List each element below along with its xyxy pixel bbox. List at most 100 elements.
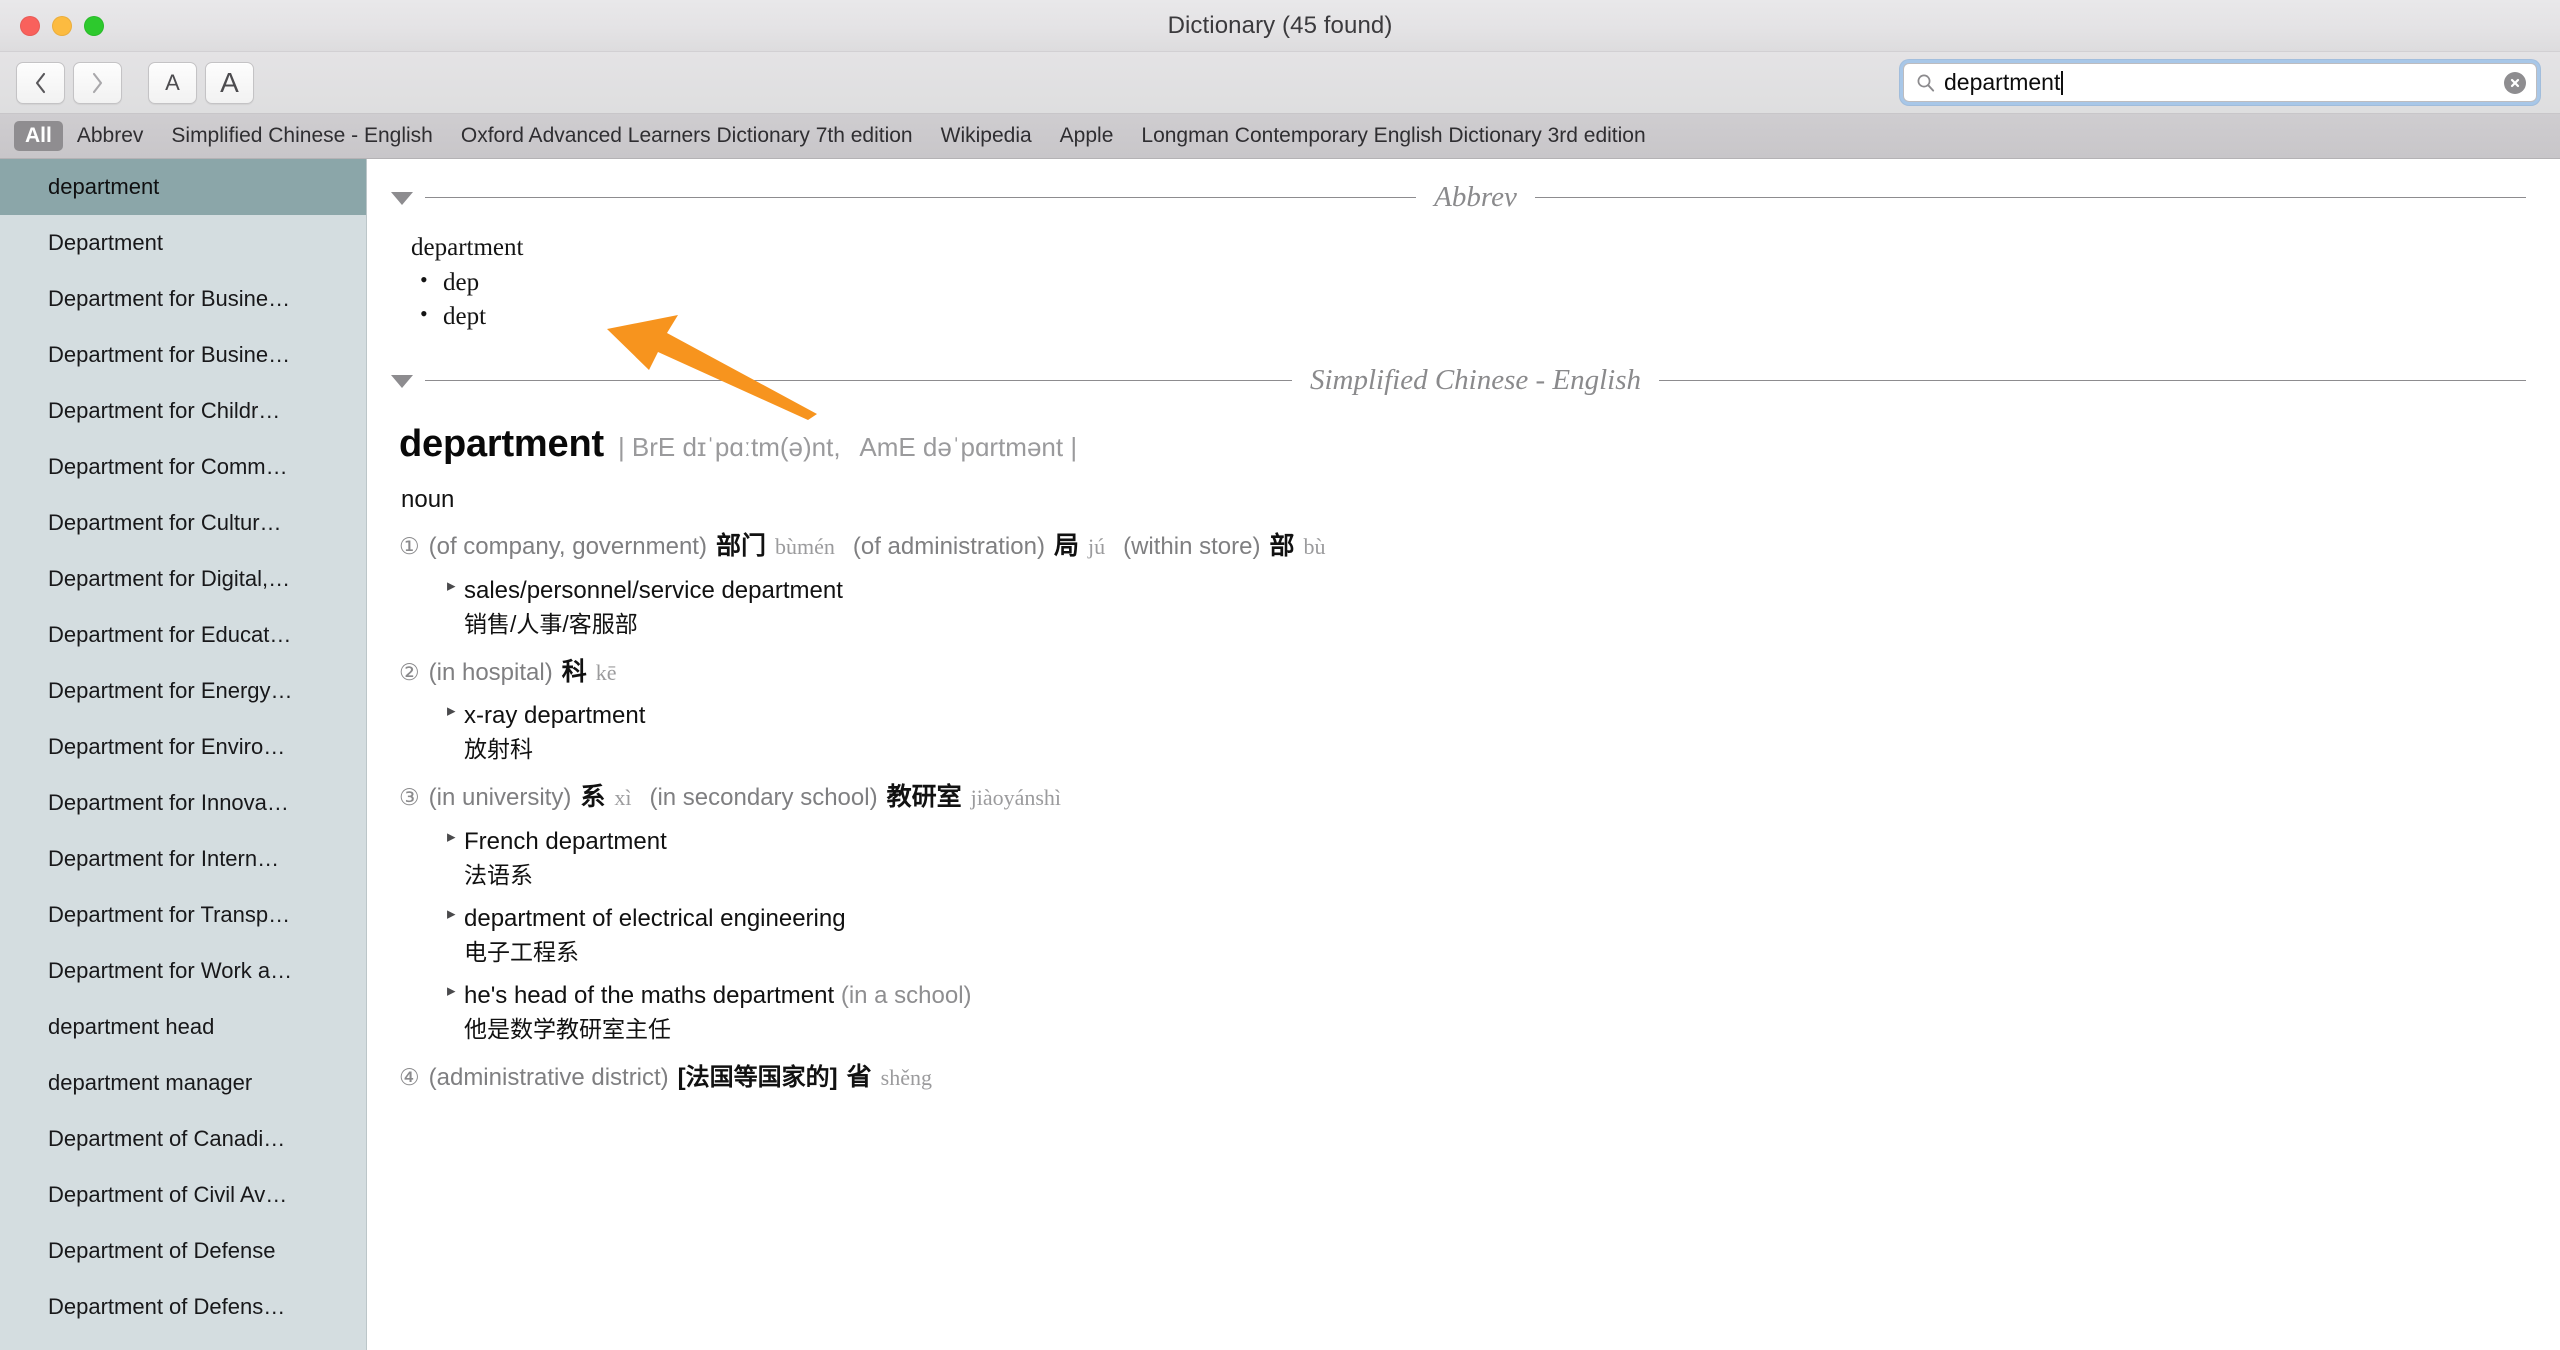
example: x-ray department 放射科 <box>447 700 2526 765</box>
tab-all[interactable]: All <box>14 121 63 151</box>
tab-wikipedia[interactable]: Wikipedia <box>927 121 1046 151</box>
example-chinese: 放射科 <box>464 736 533 763</box>
sense-pinyin: kē <box>595 659 617 685</box>
example: French department 法语系 <box>447 826 2526 891</box>
sense-pinyin: xì <box>614 785 632 811</box>
list-item[interactable]: Department of Defens… <box>0 1279 366 1335</box>
close-window-button[interactable] <box>20 15 40 36</box>
sense-gloss: (in university) <box>428 784 572 812</box>
list-item[interactable]: department manager <box>0 1055 366 1111</box>
example-chinese: 销售/人事/客服部 <box>464 610 638 637</box>
list-item[interactable]: Department for Childr… <box>0 383 366 439</box>
tab-oxford-advanced-learners[interactable]: Oxford Advanced Learners Dictionary 7th … <box>447 121 927 151</box>
abbrev-list: dep dept <box>417 265 2526 334</box>
decrease-text-size-button[interactable]: A <box>148 61 197 104</box>
chevron-left-icon <box>35 72 46 93</box>
list-item[interactable]: Department of Civil Av… <box>0 1167 366 1223</box>
sense-number: ② <box>399 658 420 685</box>
list-item[interactable]: Department for Digital,… <box>0 551 366 607</box>
clear-icon <box>2510 78 2520 87</box>
tab-apple[interactable]: Apple <box>1046 121 1128 151</box>
list-item[interactable]: Department of Defense <box>0 1223 366 1279</box>
minimize-window-button[interactable] <box>52 15 72 36</box>
sense-number: ③ <box>399 784 420 811</box>
definition-content-pane: Abbrev department dep dept Simplified Ch… <box>367 159 2560 1350</box>
section-header-abbrev: Abbrev <box>391 181 2527 214</box>
sense-definition-line: ④ (administrative district) [法国等国家的] 省 s… <box>399 1061 2526 1094</box>
example-english: sales/personnel/service department <box>447 575 2526 606</box>
sense-2: ② (in hospital) 科 kē x-ray department 放射… <box>399 656 2526 766</box>
search-input-value: department <box>1944 69 2061 95</box>
chevron-right-icon <box>92 72 103 93</box>
list-item[interactable]: Department for Energy… <box>0 663 366 719</box>
list-item[interactable]: Department for Intern… <box>0 831 366 887</box>
dictionary-source-tabbar: All Abbrev Simplified Chinese - English … <box>0 114 2560 159</box>
example-english-text: he's head of the maths department <box>464 981 835 1009</box>
list-item[interactable]: Department for Busine… <box>0 271 366 327</box>
sense-hanzi: 省 <box>846 1062 872 1091</box>
divider <box>425 197 1417 198</box>
divider <box>425 380 1292 381</box>
dictionary-window: Dictionary (45 found) A A department All… <box>0 0 2560 1350</box>
tab-abbrev[interactable]: Abbrev <box>63 121 158 151</box>
sidebar-item-department[interactable]: department <box>0 159 366 215</box>
list-item[interactable]: Department for Innova… <box>0 775 366 831</box>
sense-pinyin: bùmén <box>774 534 835 559</box>
list-item[interactable]: Department for Work a… <box>0 943 366 999</box>
list-item[interactable]: Department for Educat… <box>0 607 366 663</box>
sense-gloss: (of company, government) <box>428 533 707 560</box>
example-chinese: 法语系 <box>464 861 533 888</box>
triangle-down-icon[interactable] <box>391 192 413 205</box>
section-rule-row: Abbrev <box>425 181 2527 214</box>
sense-definition-line: ③ (in university) 系 xì (in secondary sch… <box>399 781 2526 814</box>
list-item: dept <box>417 299 2526 334</box>
text-size-button-group: A A <box>148 61 254 104</box>
tab-longman-contemporary[interactable]: Longman Contemporary English Dictionary … <box>1127 121 1659 151</box>
sense-1: ① (of company, government) 部门 bùmén (of … <box>399 530 2526 640</box>
back-button[interactable] <box>16 61 65 104</box>
search-icon <box>1917 74 1935 92</box>
section-title-simplified-chinese-english: Simplified Chinese - English <box>1309 364 1642 396</box>
example-english: department of electrical engineering <box>447 903 2526 934</box>
sense-pinyin: jú <box>1087 534 1106 559</box>
sense-hanzi: 系 <box>580 783 606 812</box>
sense-hanzi: 教研室 <box>886 783 962 812</box>
sense-4: ④ (administrative district) [法国等国家的] 省 s… <box>399 1061 2526 1094</box>
example-english: x-ray department <box>447 700 2526 731</box>
title-bar: Dictionary (45 found) <box>0 0 2560 52</box>
list-item[interactable]: Department for Busine… <box>0 327 366 383</box>
search-input-text[interactable]: department <box>1944 69 2504 96</box>
sense-number: ① <box>399 533 420 559</box>
abbrev-entry: department dep dept <box>411 234 2526 334</box>
search-field-focus-ring: department <box>1900 60 2540 105</box>
sense-gloss: (administrative district) <box>428 1063 669 1091</box>
sense-gloss: (within store) <box>1123 533 1261 560</box>
zoom-window-button[interactable] <box>84 15 104 36</box>
list-item[interactable]: Department <box>0 215 366 271</box>
list-item[interactable]: department head <box>0 999 366 1055</box>
example-note: (in a school) <box>840 981 972 1009</box>
tab-simplified-chinese-english[interactable]: Simplified Chinese - English <box>157 121 446 151</box>
list-item[interactable]: Department for Enviro… <box>0 719 366 775</box>
example-english: he's head of the maths department (in a … <box>447 980 2526 1011</box>
example-chinese: 他是数学教研室主任 <box>464 1016 671 1042</box>
forward-button[interactable] <box>73 61 122 104</box>
text-caret <box>2061 71 2064 95</box>
list-item[interactable]: Department for Comm… <box>0 439 366 495</box>
traffic-light-group <box>20 15 104 36</box>
sense-3: ③ (in university) 系 xì (in secondary sch… <box>399 781 2526 1045</box>
sense-pinyin: jiàoyánshì <box>970 785 1062 811</box>
clear-search-button[interactable] <box>2504 71 2526 94</box>
navigation-button-group <box>16 61 122 104</box>
list-item[interactable]: Department of Canadi… <box>0 1111 366 1167</box>
sense-gloss: (in hospital) <box>428 658 553 686</box>
list-item[interactable]: Department for Transp… <box>0 887 366 943</box>
triangle-down-icon[interactable] <box>391 375 413 388</box>
sense-hanzi: 部 <box>1269 532 1295 560</box>
search-results-sidebar[interactable]: department Department Department for Bus… <box>0 159 367 1350</box>
part-of-speech: noun <box>401 486 455 513</box>
section-title-abbrev: Abbrev <box>1434 181 1517 213</box>
search-field[interactable]: department <box>1903 63 2537 102</box>
list-item[interactable]: Department for Cultur… <box>0 495 366 551</box>
increase-text-size-button[interactable]: A <box>205 61 254 104</box>
